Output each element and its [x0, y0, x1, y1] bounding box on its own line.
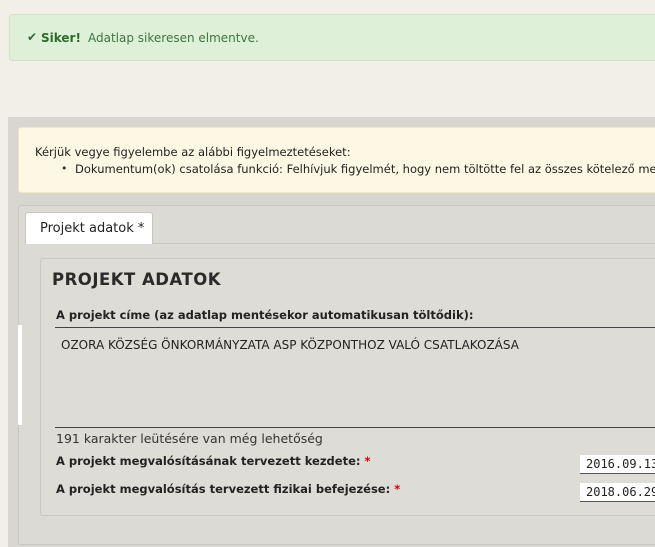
start-date-label: A projekt megvalósításának tervezett kez…	[56, 454, 371, 468]
required-mark: *	[364, 454, 371, 468]
project-title-value: OZORA KÖZSÉG ÖNKORMÁNYZATA ASP KÖZPONTHO…	[61, 338, 519, 352]
end-date-label-text: A projekt megvalósítás tervezett fizikai…	[56, 482, 391, 496]
project-title-textarea[interactable]: OZORA KÖZSÉG ÖNKORMÁNYZATA ASP KÖZPONTHO…	[55, 327, 655, 428]
end-date-label: A projekt megvalósítás tervezett fizikai…	[56, 482, 400, 496]
tab-label: Projekt adatok *	[40, 221, 145, 236]
alert-strong-text: Siker!	[41, 31, 81, 45]
section-title: PROJEKT ADATOK	[52, 270, 222, 289]
success-alert: ✔ Siker! Adatlap sikeresen elmentve.	[9, 14, 655, 61]
side-highlight	[18, 325, 22, 425]
warning-item: Dokumentum(ok) csatolása funkció: Felhív…	[75, 162, 655, 176]
bullet-icon: •	[61, 162, 68, 175]
start-date-label-text: A projekt megvalósításának tervezett kez…	[56, 454, 361, 468]
warning-box: Kérjük vegye figyelembe az alábbi figyel…	[18, 127, 655, 193]
start-date-value: 2016.09.13	[586, 457, 655, 471]
checkmark-icon: ✔	[27, 30, 38, 44]
start-date-input[interactable]: 2016.09.13	[580, 455, 655, 474]
end-date-value: 2018.06.29	[586, 485, 655, 499]
tab-projekt-adatok[interactable]: Projekt adatok *	[25, 212, 153, 244]
warning-intro: Kérjük vegye figyelembe az alábbi figyel…	[35, 145, 351, 159]
required-mark: *	[394, 482, 401, 496]
end-date-input[interactable]: 2018.06.29	[580, 483, 655, 502]
char-counter: 191 karakter leütésére van még lehetőség	[56, 431, 323, 446]
alert-message: Adatlap sikeresen elmentve.	[88, 31, 259, 45]
project-title-label: A projekt címe (az adatlap mentésekor au…	[56, 308, 474, 322]
